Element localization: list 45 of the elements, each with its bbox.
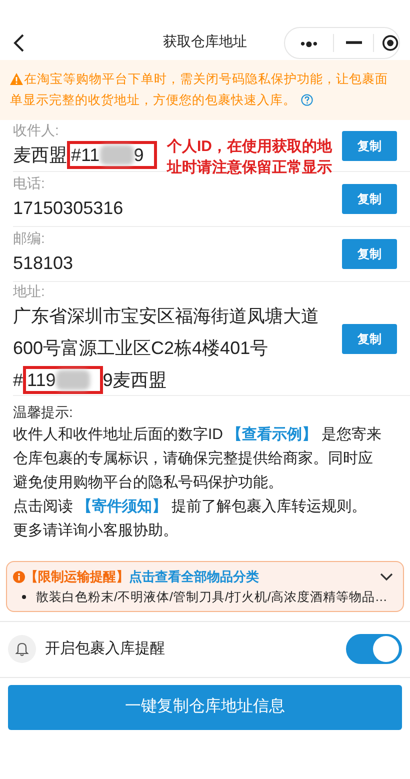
annotation-text: 个人ID，在使用获取的地址时请注意保留正常显示 xyxy=(167,137,334,178)
help-icon[interactable] xyxy=(301,94,313,106)
field-value: 麦西盟 xyxy=(13,144,67,166)
restricted-items: 散装白色粉末/不明液体/管制刀具/打火机/高浓度酒精等物品… xyxy=(36,588,388,606)
copy-all-button[interactable]: 一键复制仓库地址信息 xyxy=(8,684,402,730)
field-value: #11 xyxy=(71,144,100,166)
tips-title: 温馨提示: xyxy=(13,403,74,422)
info-icon xyxy=(13,570,25,583)
field-label: 电话: xyxy=(13,174,45,192)
copy-button[interactable]: 复制 xyxy=(342,239,397,269)
back-icon[interactable] xyxy=(13,33,25,53)
link[interactable]: 【寄件须知】 xyxy=(77,498,168,515)
warning-icon xyxy=(10,73,23,85)
page-title: 获取仓库地址 xyxy=(163,32,247,50)
field-value: 广东省深圳市宝安区福海街道凤塘大道 xyxy=(13,304,319,328)
privacy-notice: 在淘宝等购物平台下单时，需关闭号码隐私保护功能，让包裹面单显示完整的收货地址，方便您的包裹快速入库。 xyxy=(10,71,389,109)
blur-mask xyxy=(100,144,134,164)
close-icon[interactable] xyxy=(382,34,399,52)
blur-mask xyxy=(56,370,90,390)
tips-paragraph: 点击阅读 【寄件须知】 提前了解包裹入库转运规则。 xyxy=(13,497,368,517)
field-label: 邮编: xyxy=(13,229,45,247)
minimize-icon[interactable] xyxy=(346,41,362,45)
field-value: 9 xyxy=(134,144,144,166)
field-value: 17150305316 xyxy=(13,197,124,220)
tips-paragraph: 更多请详询小客服协助。 xyxy=(13,521,179,541)
field-label: 收件人: xyxy=(13,120,59,138)
category-link[interactable]: 点击查看全部物品分类 xyxy=(129,567,259,586)
restriction-tag: 【限制运输提醒】 xyxy=(25,567,129,586)
field-value: 600号富源工业区C2栋4楼401号 xyxy=(13,336,268,360)
copy-button[interactable]: 复制 xyxy=(342,324,397,354)
reminder-label: 开启包裹入库提醒 xyxy=(45,638,166,659)
bullet-icon xyxy=(22,594,26,598)
field-value: 9麦西盟 xyxy=(102,368,167,392)
reminder-toggle[interactable] xyxy=(346,634,402,664)
field-value: 518103 xyxy=(13,252,74,275)
copy-button[interactable]: 复制 xyxy=(342,184,397,214)
tips-paragraph: 收件人和收件地址后面的数字ID 【查看示例】 是您寄来仓库包裹的专属标识，请确保完整提供给商家。同时应避免使用购物平台的隐私号码保护功能。 xyxy=(13,425,382,493)
chevron-down-icon[interactable] xyxy=(380,572,393,581)
copy-button[interactable]: 复制 xyxy=(342,130,397,160)
field-value: 119 xyxy=(27,368,56,392)
more-button[interactable]: •●• xyxy=(285,36,333,50)
field-value: # xyxy=(13,368,24,392)
bell-icon xyxy=(8,635,36,663)
field-label: 地址: xyxy=(13,282,45,300)
link[interactable]: 【查看示例】 xyxy=(227,426,318,443)
